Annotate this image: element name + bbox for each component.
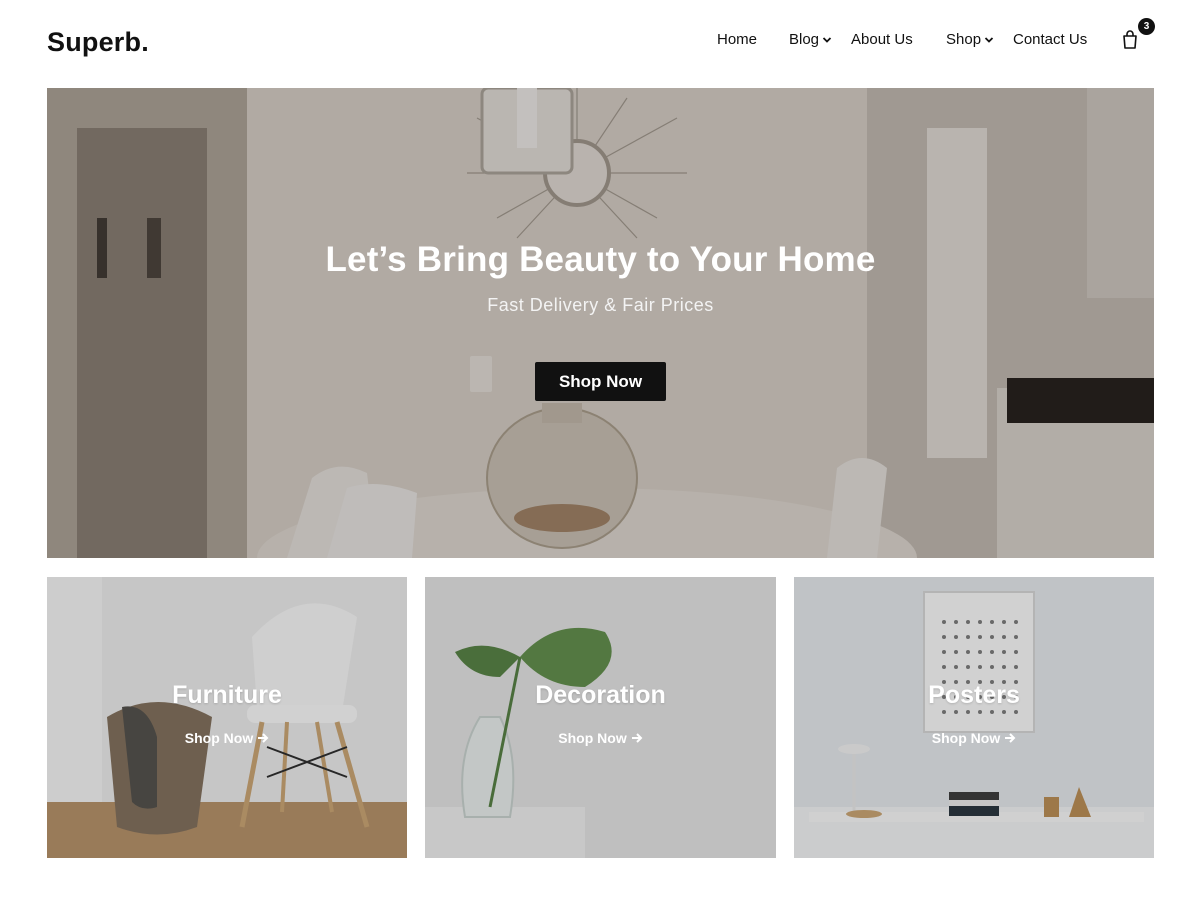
link-label: Shop Now	[931, 730, 1001, 746]
cart-count-badge: 3	[1138, 18, 1155, 35]
card-overlay	[47, 577, 407, 858]
hero-banner: Let’s Bring Beauty to Your Home Fast Del…	[47, 88, 1154, 558]
nav-item-label: Contact Us	[1013, 31, 1088, 48]
card-overlay	[794, 577, 1154, 858]
site-header: Superb. Home Blog About Us Shop Contact …	[0, 0, 1200, 88]
hero-overlay	[47, 88, 1154, 558]
chevron-down-icon	[984, 36, 994, 43]
hero-subtitle: Fast Delivery & Fair Prices	[487, 295, 714, 315]
nav-item-about-us[interactable]: About Us	[851, 31, 913, 48]
category-shop-now-link[interactable]: Shop Now	[47, 730, 407, 746]
category-card-posters[interactable]: Posters Shop Now	[794, 577, 1154, 858]
nav-item-blog[interactable]: Blog	[789, 31, 832, 48]
chevron-down-icon	[822, 36, 832, 43]
arrow-right-icon	[631, 733, 643, 743]
category-card-decoration[interactable]: Decoration Shop Now	[425, 577, 776, 858]
category-title: Decoration	[535, 681, 666, 709]
nav-item-contact-us[interactable]: Contact Us	[1013, 31, 1087, 48]
category-title: Furniture	[172, 681, 282, 709]
nav-item-shop[interactable]: Shop	[946, 31, 994, 48]
card-overlay	[425, 577, 776, 858]
nav-item-label: About Us	[851, 31, 913, 48]
hero-shop-now-button[interactable]: Shop Now	[535, 362, 666, 401]
arrow-right-icon	[1005, 733, 1016, 743]
nav-item-label: Home	[717, 31, 758, 48]
nav-item-label: Shop	[946, 31, 982, 48]
category-shop-now-link[interactable]: Shop Now	[794, 730, 1154, 746]
nav-item-label: Blog	[789, 31, 820, 48]
arrow-right-icon	[258, 733, 269, 743]
category-card-furniture[interactable]: Furniture Shop Now	[47, 577, 407, 858]
nav-item-home[interactable]: Home	[717, 31, 757, 48]
link-label: Shop Now	[558, 730, 627, 746]
category-shop-now-link[interactable]: Shop Now	[425, 730, 776, 746]
site-logo[interactable]: Superb.	[47, 27, 149, 58]
shopping-bag-icon[interactable]	[1120, 28, 1140, 50]
category-title: Posters	[928, 681, 1020, 709]
link-label: Shop Now	[184, 730, 254, 746]
hero-title: Let’s Bring Beauty to Your Home	[325, 240, 876, 279]
